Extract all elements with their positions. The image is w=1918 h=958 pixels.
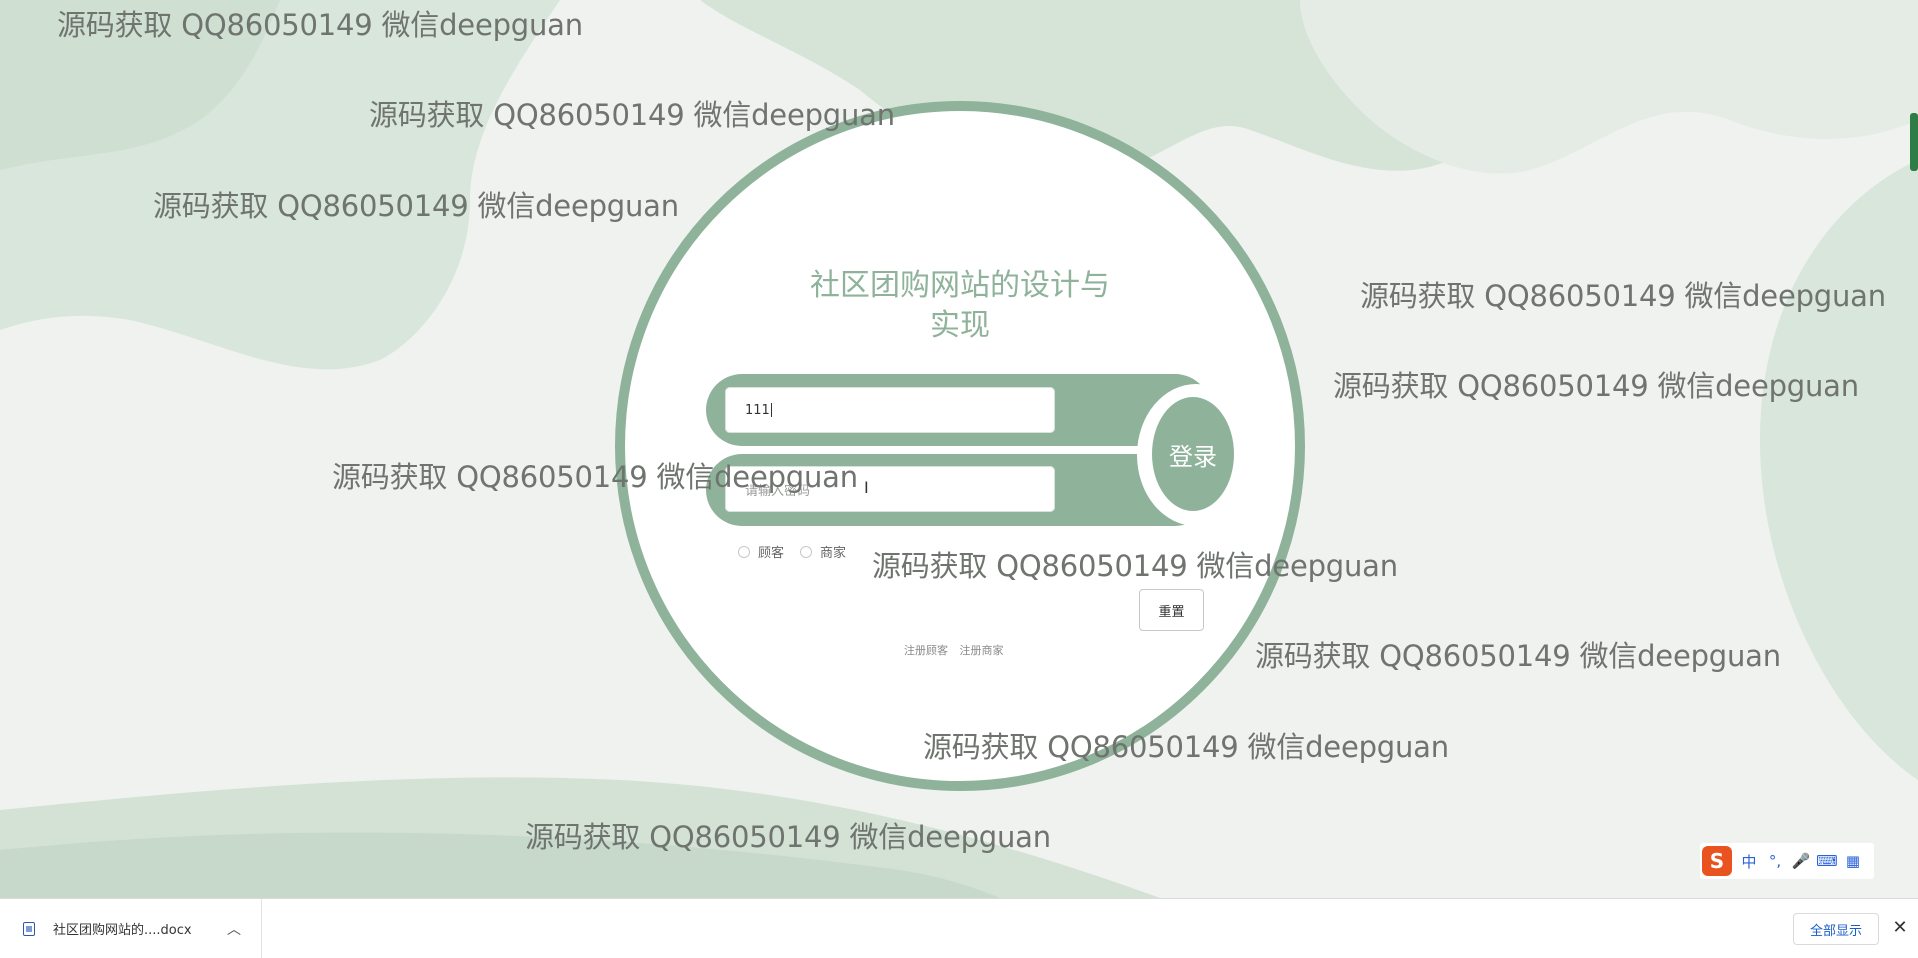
ime-keyboard-icon[interactable]: ⌨ [1816,850,1838,872]
username-value: 111 [745,402,770,418]
ime-grid-icon[interactable]: ▦ [1842,850,1864,872]
role-label-customer: 顾客 [758,546,785,561]
download-file-name: 社区团购网站的....docx [53,923,192,938]
role-label-merchant: 商家 [820,546,847,561]
register-customer-link[interactable]: 注册顾客 [904,644,948,657]
title-line-1: 社区团购网站的设计与 [810,268,1110,303]
register-merchant-link[interactable]: 注册商家 [960,644,1004,657]
password-placeholder: 请输入密码 [745,483,811,499]
reset-button[interactable]: 重置 [1139,589,1204,631]
role-selector: 顾客 商家 [738,542,862,561]
scrollbar-thumb[interactable] [1910,113,1918,171]
role-radio-customer[interactable] [738,545,750,558]
username-input[interactable]: 111 [725,387,1055,433]
ime-microphone-icon[interactable]: 🎤 [1790,850,1812,872]
register-links: 注册顾客 注册商家 [904,642,1012,658]
download-bar: 社区团购网站的....docx ︿ 全部显示 ✕ [0,898,1918,958]
login-button[interactable]: 登录 [1152,397,1234,511]
text-caret [770,403,772,417]
close-icon[interactable]: ✕ [1890,917,1910,938]
password-input[interactable]: 请输入密码 [725,466,1055,512]
show-all-button[interactable]: 全部显示 [1793,913,1879,945]
ime-chinese-mode[interactable]: 中 [1738,850,1760,872]
docx-file-icon [23,921,35,936]
ime-punctuation-icon[interactable]: °, [1764,850,1786,872]
ime-toolbar: S 中 °, 🎤 ⌨ ▦ [1700,843,1874,879]
download-item[interactable]: 社区团购网站的....docx ︿ [0,899,262,958]
role-radio-merchant[interactable] [800,545,813,558]
ime-logo-icon[interactable]: S [1702,846,1732,876]
text-cursor-icon: I [864,478,869,497]
title-line-2: 实现 [930,308,990,343]
chevron-up-icon[interactable]: ︿ [227,919,241,939]
page-title: 社区团购网站的设计与 实现 [790,266,1130,346]
